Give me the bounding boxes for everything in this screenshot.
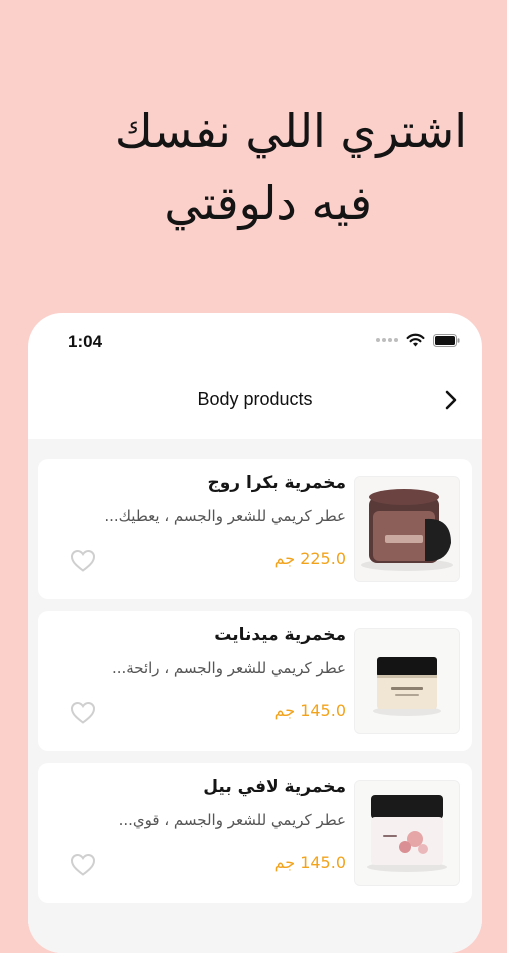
wifi-icon (406, 333, 425, 347)
product-description: عطر كريمي للشعر والجسم ، قوي... (118, 811, 346, 829)
product-card[interactable]: مخمرية بكرا روج عطر كريمي للشعر والجسم ،… (38, 459, 472, 599)
battery-icon (433, 333, 460, 347)
product-image (354, 476, 460, 582)
chevron-right-icon[interactable] (444, 389, 458, 411)
status-bar: 1:04 (28, 313, 482, 371)
navigation-bar: Body products (28, 371, 482, 439)
status-icons (376, 333, 460, 347)
product-description: عطر كريمي للشعر والجسم ، يعطيك... (104, 507, 346, 525)
product-image (354, 780, 460, 886)
product-card[interactable]: مخمرية لافي بيل عطر كريمي للشعر والجسم ،… (38, 763, 472, 903)
page-title: Body products (197, 389, 313, 409)
product-price: 145.0 جم (274, 853, 346, 872)
phone-screen: 1:04 Body products مخمرية بكرا روج عطر ك… (28, 313, 482, 953)
headline-line-1: اشتري اللي نفسك (114, 104, 467, 158)
promo-headline: اشتري اللي نفسك فيه دلوقتي (30, 95, 467, 239)
heart-outline-icon[interactable] (70, 853, 96, 877)
product-name: مخمرية ميدنايت (214, 625, 346, 645)
product-list: مخمرية بكرا روج عطر كريمي للشعر والجسم ،… (28, 439, 482, 953)
product-price: 225.0 جم (274, 549, 346, 568)
product-card[interactable]: مخمرية ميدنايت عطر كريمي للشعر والجسم ، … (38, 611, 472, 751)
signal-dots-icon (376, 338, 398, 342)
product-name: مخمرية بكرا روج (207, 473, 346, 493)
status-time: 1:04 (68, 332, 103, 351)
heart-outline-icon[interactable] (70, 549, 96, 573)
heart-outline-icon[interactable] (70, 701, 96, 725)
product-image (354, 628, 460, 734)
product-price: 145.0 جم (274, 701, 346, 720)
product-name: مخمرية لافي بيل (203, 777, 346, 797)
product-description: عطر كريمي للشعر والجسم ، رائحة... (111, 659, 346, 677)
headline-line-2: فيه دلوقتي (164, 176, 372, 230)
